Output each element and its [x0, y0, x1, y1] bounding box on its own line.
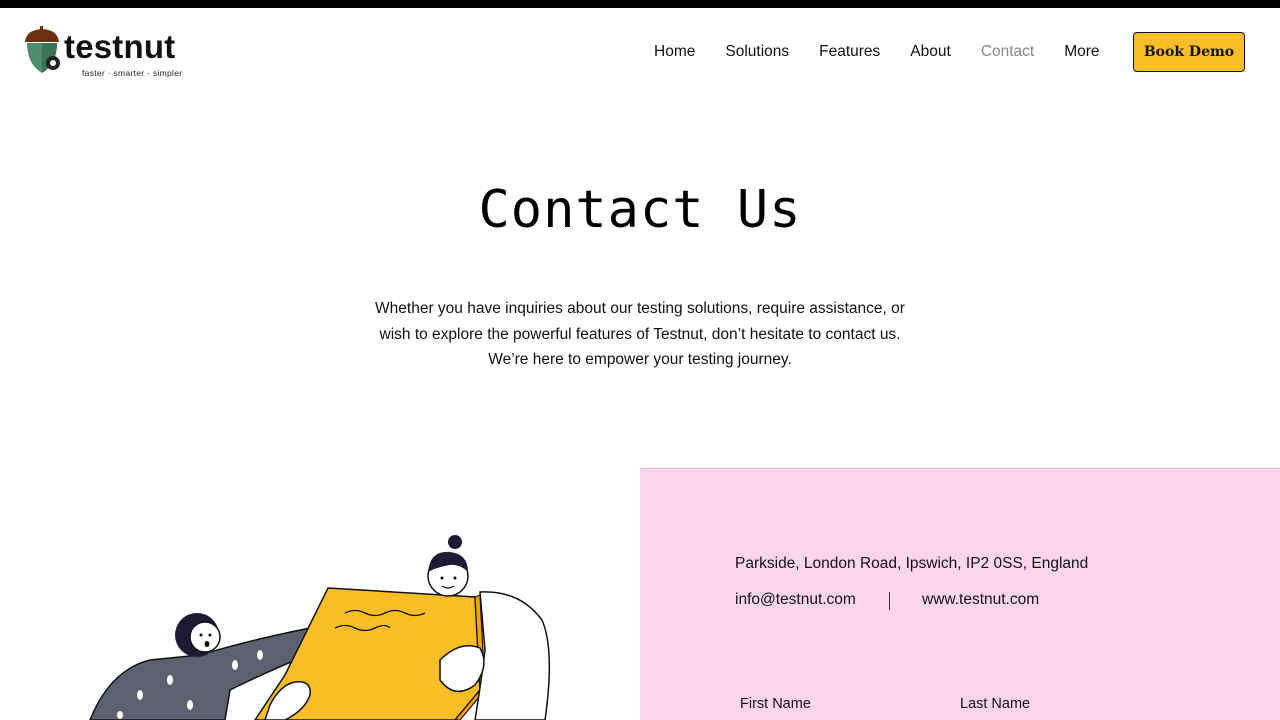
contact-divider	[889, 592, 890, 610]
nav-contact[interactable]: Contact	[981, 42, 1034, 62]
nav-solutions[interactable]: Solutions	[725, 42, 789, 62]
logo-wordmark: testnut	[64, 28, 176, 65]
nav-home[interactable]: Home	[654, 42, 695, 62]
acorn-logo-icon	[25, 26, 60, 73]
book-demo-button[interactable]: Book Demo	[1133, 32, 1245, 72]
email-link[interactable]: info@testnut.com	[735, 591, 856, 609]
top-border	[0, 0, 1280, 8]
nav-features[interactable]: Features	[819, 42, 880, 62]
people-reading-illustration	[89, 535, 551, 720]
nav-about[interactable]: About	[910, 42, 951, 62]
logo-tagline: faster · smarter · simpler	[82, 68, 183, 78]
logo[interactable]: testnut faster · smarter · simpler	[22, 26, 192, 80]
main-nav: Home Solutions Features About Contact Mo…	[654, 42, 1130, 62]
intro-text: Whether you have inquiries about our tes…	[375, 300, 905, 368]
first-name-label: First Name	[740, 696, 811, 712]
website-link[interactable]: www.testnut.com	[922, 591, 1039, 609]
page-title: Contact Us	[478, 180, 802, 240]
office-address: Parkside, London Road, Ipswich, IP2 0SS,…	[735, 555, 1089, 572]
nav-more[interactable]: More	[1064, 42, 1099, 62]
last-name-label: Last Name	[960, 696, 1031, 712]
